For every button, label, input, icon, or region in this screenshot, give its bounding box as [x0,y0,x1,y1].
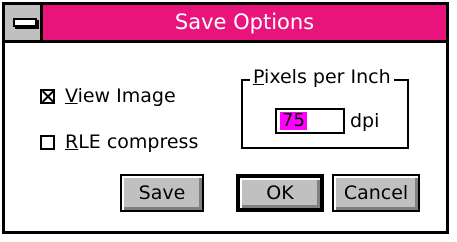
cancel-button-label: Cancel [343,182,409,204]
dpi-value: 75 [280,110,307,131]
save-button[interactable]: Save [120,174,204,212]
dpi-input[interactable]: 75 [275,108,345,134]
system-menu-icon[interactable] [5,5,43,40]
view-image-label: View Image [65,85,176,107]
pixels-per-inch-title: Pixels per Inch [250,66,394,88]
title-bar: Save Options [5,5,446,43]
cancel-button[interactable]: Cancel [332,174,420,212]
dialog-title: Save Options [174,10,315,34]
rle-compress-label: RLE compress [65,131,199,153]
checkbox-unchecked-icon[interactable] [40,134,55,150]
checkbox-checked-icon[interactable] [40,88,55,104]
ok-button[interactable]: OK [236,174,324,212]
dpi-unit-label: dpi [350,110,380,132]
system-menu-bar [13,18,37,27]
rle-compress-checkbox[interactable]: RLE compress [40,131,198,153]
save-button-label: Save [138,182,186,204]
view-image-checkbox[interactable]: View Image [40,85,176,107]
ok-button-label: OK [266,182,294,204]
